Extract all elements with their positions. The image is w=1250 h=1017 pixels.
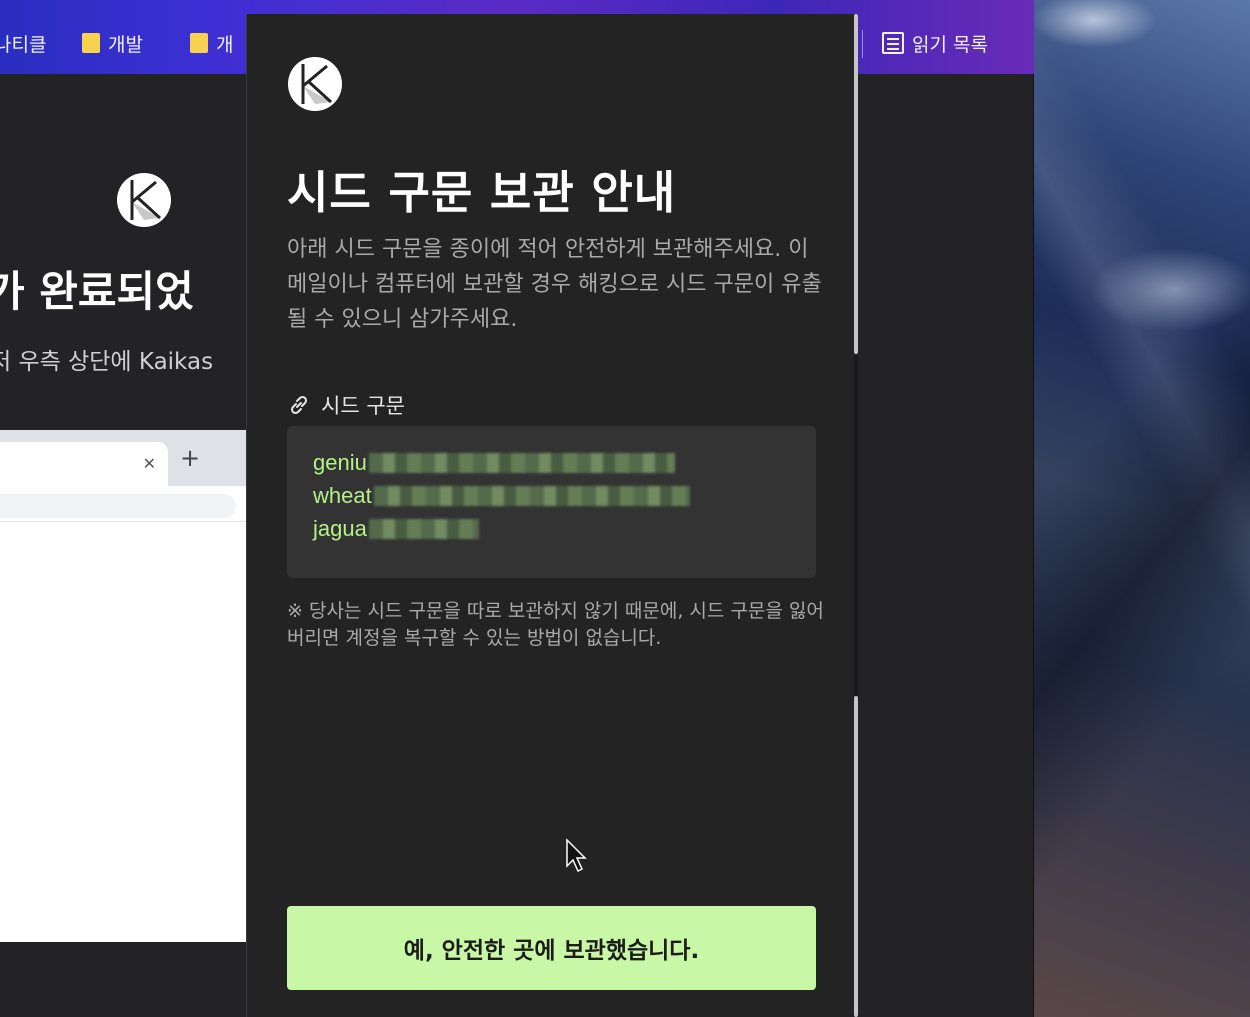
warning-text: ※ 당사는 시드 구문을 따로 보관하지 않기 때문에, 시드 구문을 잃어버리… — [287, 600, 824, 649]
bookmark-item-3[interactable]: 개 — [190, 30, 233, 56]
seed-word: geniu — [313, 449, 367, 475]
seed-line: jagua — [313, 512, 790, 545]
folder-icon — [190, 33, 208, 53]
desktop-wallpaper — [1034, 0, 1250, 1017]
seed-redaction — [373, 485, 690, 506]
seed-phrase-label: 시드 구문 — [287, 390, 405, 420]
address-bar — [0, 486, 246, 522]
reading-list-button[interactable]: 읽기 목록 — [882, 30, 988, 56]
seed-word: jagua — [313, 515, 367, 541]
popup-scrollbar[interactable] — [854, 14, 858, 1017]
seed-redaction — [368, 518, 479, 539]
reading-list-icon — [882, 32, 904, 54]
tab[interactable]: ✕ — [0, 442, 168, 486]
bookmark-item-2[interactable]: 개발 — [82, 30, 143, 56]
bookmark-item-1[interactable]: 나티클 — [0, 30, 52, 56]
seed-word: wheat — [313, 482, 372, 508]
reading-list-label: 읽기 목록 — [912, 33, 988, 56]
cursor-arrow-icon — [566, 838, 587, 873]
background-subtitle: 저 우측 상단에 Kaikas — [0, 349, 214, 375]
background-page: 가 완료되었 저 우측 상단에 Kaikas ✕ + — [0, 74, 246, 1017]
seed-phrase-popup: 시드 구문 보관 안내 아래 시드 구문을 종이에 적어 안전하게 보관해주세요… — [246, 14, 858, 1017]
bookmark-separator — [862, 30, 863, 58]
bookmark-label: 개 — [216, 33, 234, 56]
tutorial-browser-image: ✕ + — [0, 430, 246, 942]
tab-strip: ✕ + — [0, 430, 246, 486]
seed-phrase-label-text: 시드 구문 — [321, 394, 405, 418]
seed-line: geniu — [313, 446, 790, 479]
folder-icon — [82, 33, 100, 53]
close-icon[interactable]: ✕ — [143, 454, 156, 473]
bookmark-label: 나티클 — [0, 33, 47, 56]
bookmark-label: 개발 — [108, 33, 143, 56]
seed-redaction — [368, 452, 675, 473]
background-heading: 가 완료되었 — [0, 267, 194, 316]
kaikas-logo-icon — [288, 57, 342, 111]
page-title: 시드 구문 보관 안내 — [287, 166, 677, 219]
link-icon — [290, 395, 308, 415]
kaikas-logo-icon — [117, 173, 171, 227]
seed-description: 아래 시드 구문을 종이에 적어 안전하게 보관해주세요. 이메일이나 컴퓨터에… — [287, 237, 822, 332]
plus-icon[interactable]: + — [180, 444, 200, 472]
confirm-saved-button[interactable]: 예, 안전한 곳에 보관했습니다. — [287, 906, 816, 990]
seed-line: wheat — [313, 479, 790, 512]
seed-phrase-box[interactable]: geniu wheat jagua — [287, 426, 816, 578]
